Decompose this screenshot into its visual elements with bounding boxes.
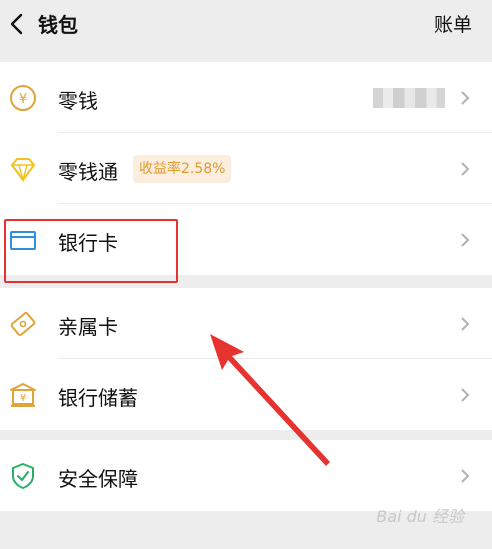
yield-badge: 收益率2.58% [133,155,232,183]
menu-item-change[interactable]: ¥ 零钱 [0,62,492,133]
menu-item-label: 零钱通 [58,160,118,184]
watermark: Bai du 经验 [376,507,464,526]
wallet-group-2: 亲属卡 ¥ 银行储蓄 [0,288,492,430]
menu-item-label: 零钱 [58,89,98,113]
menu-item-label: 亲属卡 [58,315,118,339]
menu-item-lingqiantong[interactable]: 零钱通 收益率2.58% [0,133,492,204]
menu-item-label: 安全保障 [58,467,138,491]
menu-item-family-card[interactable]: 亲属卡 [0,288,492,359]
chevron-right-icon [461,91,470,105]
chevron-right-icon [461,317,470,331]
menu-item-label: 银行储蓄 [58,386,138,410]
diamond-icon [11,158,35,183]
chevron-right-icon [461,162,470,176]
svg-text:¥: ¥ [19,92,27,107]
top-bar: 钱包 账单 [0,0,492,48]
shield-check-icon [12,463,34,489]
chevron-right-icon [461,233,470,247]
chevron-right-icon [461,469,470,483]
balance-obscured [373,88,445,108]
svg-text:¥: ¥ [20,393,26,404]
menu-item-security[interactable]: 安全保障 [0,440,492,511]
bill-button[interactable]: 账单 [434,10,472,37]
family-card-icon [10,312,36,336]
highlight-box [4,219,178,283]
back-arrow-icon[interactable] [6,10,28,38]
page-title: 钱包 [38,13,78,37]
chevron-right-icon [461,388,470,402]
menu-item-bank-savings[interactable]: ¥ 银行储蓄 [0,359,492,430]
yuan-coin-icon: ¥ [10,85,36,111]
wallet-group-3: 安全保障 [0,440,492,511]
bank-building-icon: ¥ [10,383,36,407]
